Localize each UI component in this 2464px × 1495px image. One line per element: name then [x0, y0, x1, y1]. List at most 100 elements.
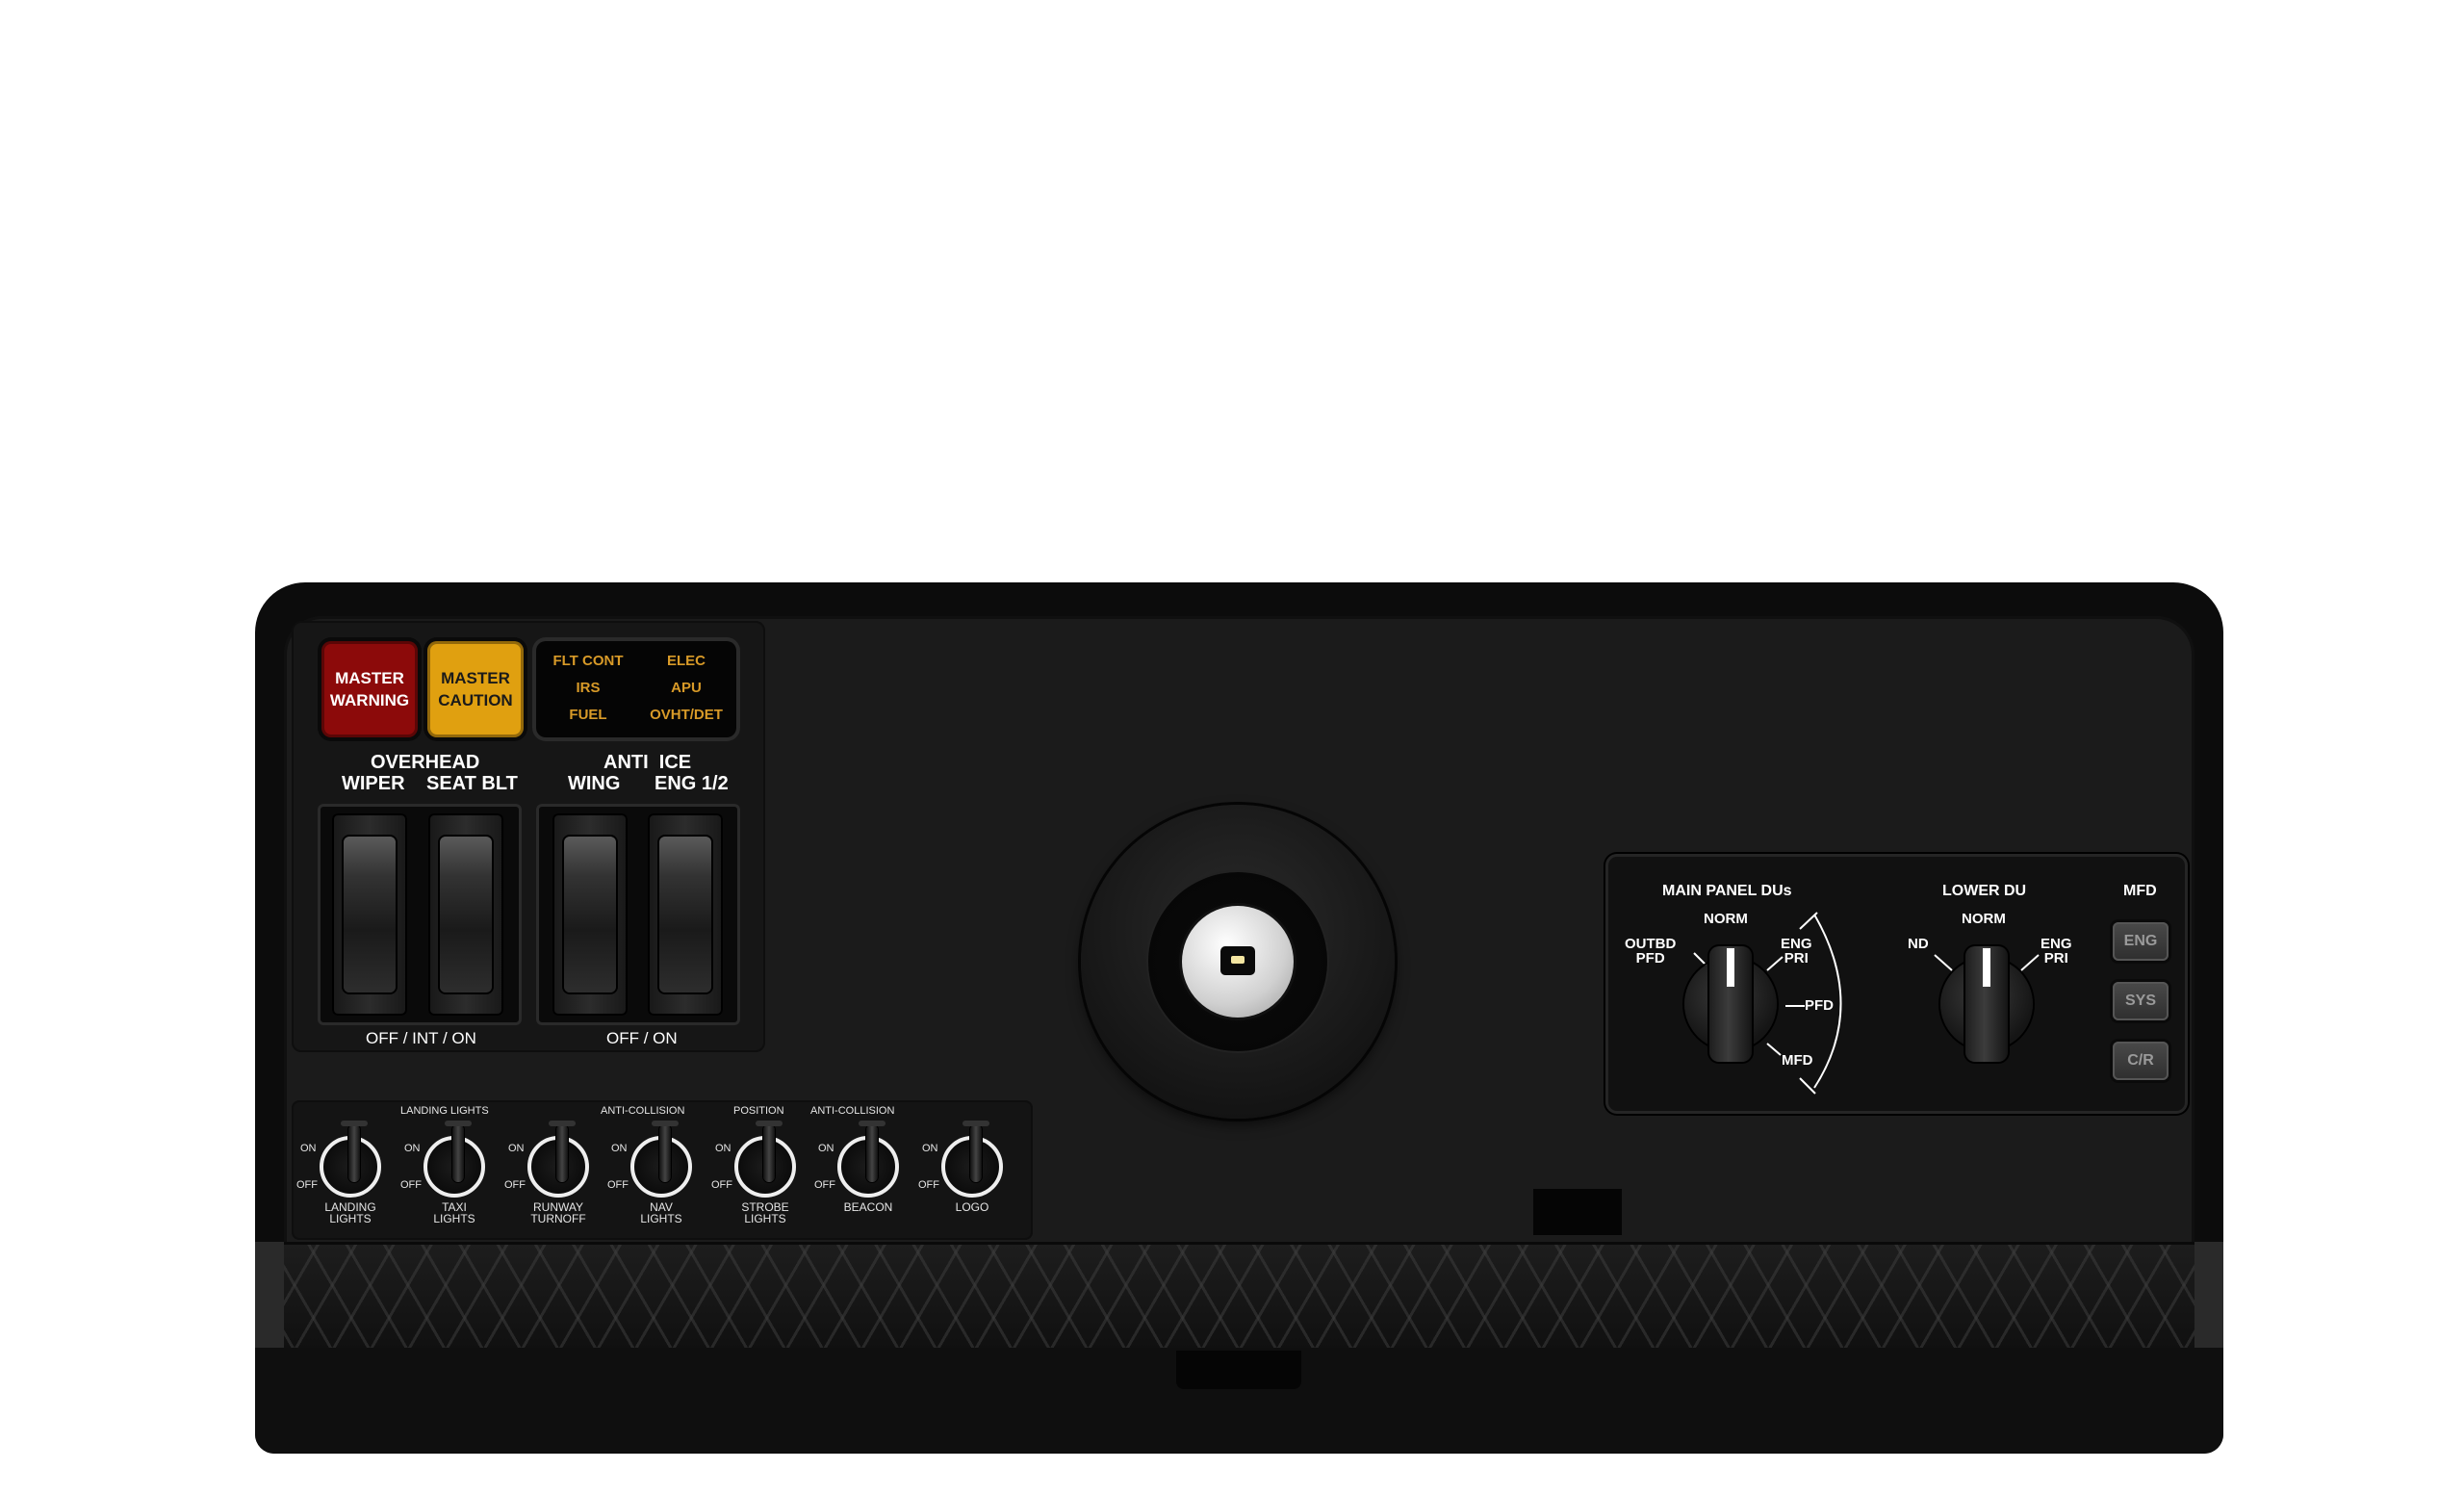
beacon-label: BEACON [820, 1201, 916, 1213]
landing-lights-off-label: OFF [296, 1179, 318, 1191]
anti-ice-title: ANTI ICE [603, 752, 692, 773]
taxi-lights-label-line-2: LIGHTS [433, 1212, 475, 1225]
lower-pos-eng-pri: ENG PRI [2040, 937, 2072, 966]
grille-edge-left [255, 1242, 284, 1348]
runway-turnoff-label-line-2: TURNOFF [530, 1212, 586, 1225]
master-warning-label-1: MASTER [335, 669, 404, 687]
system-annunciator-panel[interactable]: FLT CONT ELEC IRS APU FUEL OVHT/DET [536, 641, 736, 737]
wiper-rocker-switch[interactable] [332, 813, 407, 1016]
nav-lights-label: NAV LIGHTS [613, 1201, 709, 1224]
runway-turnoff-toggle-lever [549, 1121, 576, 1182]
taxi-lights-toggle-lever [445, 1121, 472, 1182]
master-caution-button[interactable]: MASTER CAUTION [427, 641, 524, 737]
grille-edge-right [2194, 1242, 2223, 1348]
strobe-lights-label: STROBE LIGHTS [717, 1201, 813, 1224]
nav-lights-on-label: ON [611, 1143, 628, 1154]
wiper-rocker-face [344, 837, 396, 992]
center-knob-indicator [1231, 956, 1245, 964]
landing-lights-group-label: LANDING LIGHTS [400, 1105, 489, 1117]
position-group-label: POSITION [733, 1105, 784, 1117]
lower-pos-nd: ND [1908, 936, 1929, 952]
master-caution-label-2: CAUTION [438, 691, 513, 709]
annun-apu: APU [671, 680, 702, 696]
mfd-sys-label: SYS [2124, 992, 2156, 1009]
nav-lights-toggle-lever [652, 1121, 679, 1182]
nav-lights-toggle[interactable] [630, 1121, 692, 1198]
annun-flt-cont: FLT CONT [552, 653, 624, 669]
main-selector-pointer [1727, 948, 1734, 987]
runway-turnoff-toggle[interactable] [527, 1121, 589, 1198]
main-panel-dus-selector[interactable] [1684, 946, 1777, 1062]
lower-du-selector[interactable] [1940, 946, 2033, 1062]
logo-label: LOGO [924, 1201, 1020, 1213]
landing-lights-label: LANDING LIGHTS [302, 1201, 398, 1224]
annun-irs: IRS [576, 680, 601, 696]
nav-lights-off-label: OFF [607, 1179, 629, 1191]
eng-rocker-face [659, 837, 711, 992]
grille [255, 1242, 2223, 1353]
master-warning-button[interactable]: MASTER WARNING [321, 641, 418, 737]
beacon-toggle[interactable] [837, 1121, 899, 1198]
main-panel-dus-title: MAIN PANEL DUs [1662, 883, 1792, 899]
strobe-lights-toggle[interactable] [734, 1121, 796, 1198]
landing-lights-toggle[interactable] [320, 1121, 381, 1198]
lower-pos-eng-line-2: PRI [2043, 950, 2068, 967]
logo-toggle[interactable] [941, 1121, 1003, 1198]
logo-off-label: OFF [918, 1179, 939, 1191]
lower-pos-norm: NORM [1962, 911, 2006, 927]
main-pos-eng-line-2: PRI [1784, 950, 1809, 967]
landing-lights-toggle-lever [341, 1121, 368, 1182]
seat-blt-rocker-switch[interactable] [428, 813, 503, 1016]
mfd-cr-label: C/R [2127, 1052, 2154, 1069]
strobe-lights-toggle-lever [756, 1121, 783, 1182]
mfd-sys-button[interactable]: SYS [2113, 982, 2169, 1020]
runway-turnoff-on-label: ON [508, 1143, 525, 1154]
eng-rocker-switch[interactable] [648, 813, 723, 1016]
wing-label: WING [568, 773, 621, 794]
anti-collision-group-label-1: ANTI-COLLISION [601, 1105, 685, 1117]
main-pos-norm: NORM [1704, 911, 1748, 927]
wiper-label: WIPER [342, 773, 405, 794]
main-pos-outbd-line-2: PFD [1635, 950, 1665, 967]
lower-pos-eng-line-1: ENG [2040, 936, 2072, 952]
runway-turnoff-off-label: OFF [504, 1179, 526, 1191]
beacon-label-line-1: BEACON [843, 1200, 893, 1214]
mfd-eng-button[interactable]: ENG [2113, 922, 2169, 961]
strobe-lights-off-label: OFF [711, 1179, 732, 1191]
master-caution-label-1: MASTER [441, 669, 510, 687]
wing-rocker-face [564, 837, 616, 992]
main-pos-mfd: MFD [1782, 1052, 1813, 1069]
taxi-lights-on-label: ON [404, 1143, 421, 1154]
taxi-lights-toggle[interactable] [424, 1121, 485, 1198]
main-pos-eng-line-1: ENG [1781, 936, 1812, 952]
annun-elec: ELEC [666, 653, 706, 669]
eng-label: ENG 1/2 [654, 773, 729, 794]
runway-turnoff-label: RUNWAY TURNOFF [510, 1201, 606, 1224]
annun-ovht-det: OVHT/DET [650, 707, 723, 723]
overhead-positions-label: OFF / INT / ON [366, 1029, 476, 1047]
main-pos-outbd-pfd: OUTBD PFD [1625, 937, 1676, 966]
anti-ice-positions-label: OFF / ON [606, 1029, 678, 1047]
wing-rocker-switch[interactable] [552, 813, 628, 1016]
main-pos-eng-pri: ENG PRI [1781, 937, 1812, 966]
seat-blt-label: SEAT BLT [426, 773, 518, 794]
taxi-lights-label: TAXI LIGHTS [406, 1201, 502, 1224]
master-warning-label-2: WARNING [329, 691, 410, 709]
mfd-cr-button[interactable]: C/R [2113, 1042, 2169, 1080]
seat-blt-rocker-face [440, 837, 492, 992]
logo-on-label: ON [922, 1143, 938, 1154]
mfd-eng-label: ENG [2123, 933, 2158, 949]
strobe-lights-label-line-2: LIGHTS [744, 1212, 786, 1225]
lower-du-title: LOWER DU [1942, 883, 2027, 899]
taxi-lights-off-label: OFF [400, 1179, 422, 1191]
anti-collision-group-label-2: ANTI-COLLISION [810, 1105, 895, 1117]
mfd-title: MFD [2123, 883, 2157, 899]
strobe-lights-on-label: ON [715, 1143, 732, 1154]
beacon-on-label: ON [818, 1143, 834, 1154]
landing-lights-on-label: ON [300, 1143, 317, 1154]
lower-selector-pointer [1983, 948, 1990, 987]
main-pos-outbd-line-1: OUTBD [1625, 936, 1677, 952]
main-pos-pfd: PFD [1805, 997, 1834, 1014]
logo-label-line-1: LOGO [955, 1200, 989, 1214]
logo-toggle-lever [962, 1121, 989, 1182]
